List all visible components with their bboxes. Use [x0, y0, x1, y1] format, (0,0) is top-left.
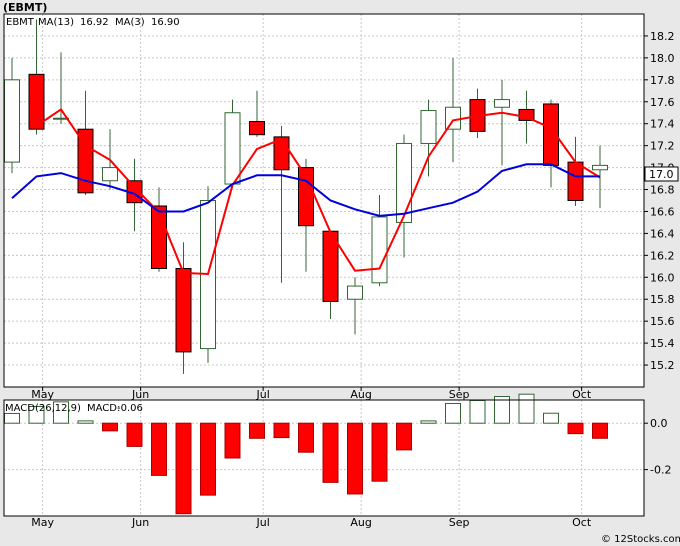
macd-bar — [347, 422, 363, 495]
price-tick-label: 18.0 — [650, 52, 675, 65]
candle-body — [445, 106, 461, 130]
month-label: May — [31, 516, 54, 529]
watermark: © 12Stocks.com — [601, 534, 680, 545]
macd-bar — [4, 412, 20, 424]
macd-bar — [126, 422, 143, 447]
month-label: Jul — [255, 516, 269, 529]
ma13-legend-label: MA(13) — [38, 17, 74, 28]
price-tick-label: 15.4 — [650, 337, 675, 350]
macd-bar — [371, 422, 388, 482]
candle-body — [28, 73, 45, 130]
price-tick-label: 16.0 — [650, 271, 675, 284]
main-legend-symbol: EBMT — [6, 17, 35, 28]
macd-bar — [494, 396, 510, 424]
month-label: May — [31, 388, 54, 401]
price-plot-area — [4, 14, 644, 387]
macd-bar — [396, 422, 412, 451]
candle-body — [347, 285, 363, 300]
price-tick-label: 16.4 — [650, 227, 675, 240]
macd-tick-label: -0.2 — [650, 464, 671, 477]
month-label: Aug — [350, 516, 371, 529]
price-tick-label: 15.8 — [650, 293, 675, 306]
month-label: Oct — [572, 388, 592, 401]
month-label: Jul — [255, 388, 269, 401]
price-tick-label: 17.8 — [650, 74, 675, 87]
candle-body — [224, 112, 241, 185]
price-tick-label: 17.4 — [650, 118, 675, 131]
price-tick-label: 17.2 — [650, 140, 675, 153]
candle-body — [592, 164, 608, 171]
price-tick-label: 16.6 — [650, 205, 675, 218]
candle-body — [151, 205, 167, 270]
price-tick-label: 16.8 — [650, 184, 675, 197]
last-price-label: 17.0 — [649, 168, 674, 181]
month-label: Sep — [449, 516, 470, 529]
macd-bar — [77, 420, 94, 424]
month-label: Jun — [131, 388, 149, 401]
price-tick-label: 16.2 — [650, 249, 675, 262]
candle-body — [4, 79, 20, 163]
ma3-legend-label: MA(3) — [115, 17, 145, 28]
macd-tick-label: 0.0 — [650, 417, 668, 430]
macd-bar — [592, 422, 608, 439]
macd-bar — [273, 422, 290, 439]
macd-bar — [151, 422, 167, 476]
price-tick-label: 17.6 — [650, 96, 675, 109]
ma3-legend-value: 16.90 — [151, 17, 180, 28]
price-tick-label: 18.2 — [650, 30, 675, 43]
macd-legend-value: -0.06 — [117, 403, 143, 414]
ticker-label: (EBMT) — [3, 1, 47, 14]
price-tick-label: 15.2 — [650, 359, 675, 372]
macd-bar — [420, 420, 437, 424]
macd-bar — [543, 412, 559, 424]
candle-body — [249, 121, 265, 136]
candle-body — [567, 161, 584, 201]
candle-body — [396, 142, 412, 223]
macd-bar — [102, 422, 118, 432]
month-label: Sep — [449, 388, 470, 401]
macd-legend-params: MACD(26,12,9) — [5, 403, 81, 414]
macd-bar — [445, 402, 461, 424]
month-label: Aug — [350, 388, 371, 401]
price-tick-label: 15.6 — [650, 315, 675, 328]
macd-bar — [298, 422, 314, 453]
macd-bar — [567, 422, 584, 435]
macd-legend-label: MACD: — [87, 403, 120, 414]
macd-bar — [224, 422, 241, 459]
month-label: Jun — [131, 516, 149, 529]
macd-bar — [469, 399, 486, 424]
macd-bar — [200, 422, 216, 496]
month-label: Oct — [572, 516, 592, 529]
macd-bar — [249, 422, 265, 439]
ma13-legend-value: 16.92 — [80, 17, 109, 28]
candle-body — [420, 110, 437, 144]
macd-bar — [175, 422, 192, 515]
candle-body — [175, 268, 192, 353]
stock-chart: 15.2 15.4 15.6 15.8 16.0 16.2 16.4 16.6 16.8 17.0… — [0, 0, 680, 546]
candle — [224, 99, 241, 188]
candle-body — [102, 167, 118, 182]
candle-body — [494, 99, 510, 108]
macd-bar — [322, 422, 339, 483]
candle-body — [371, 216, 388, 284]
macd-bar — [518, 393, 535, 424]
